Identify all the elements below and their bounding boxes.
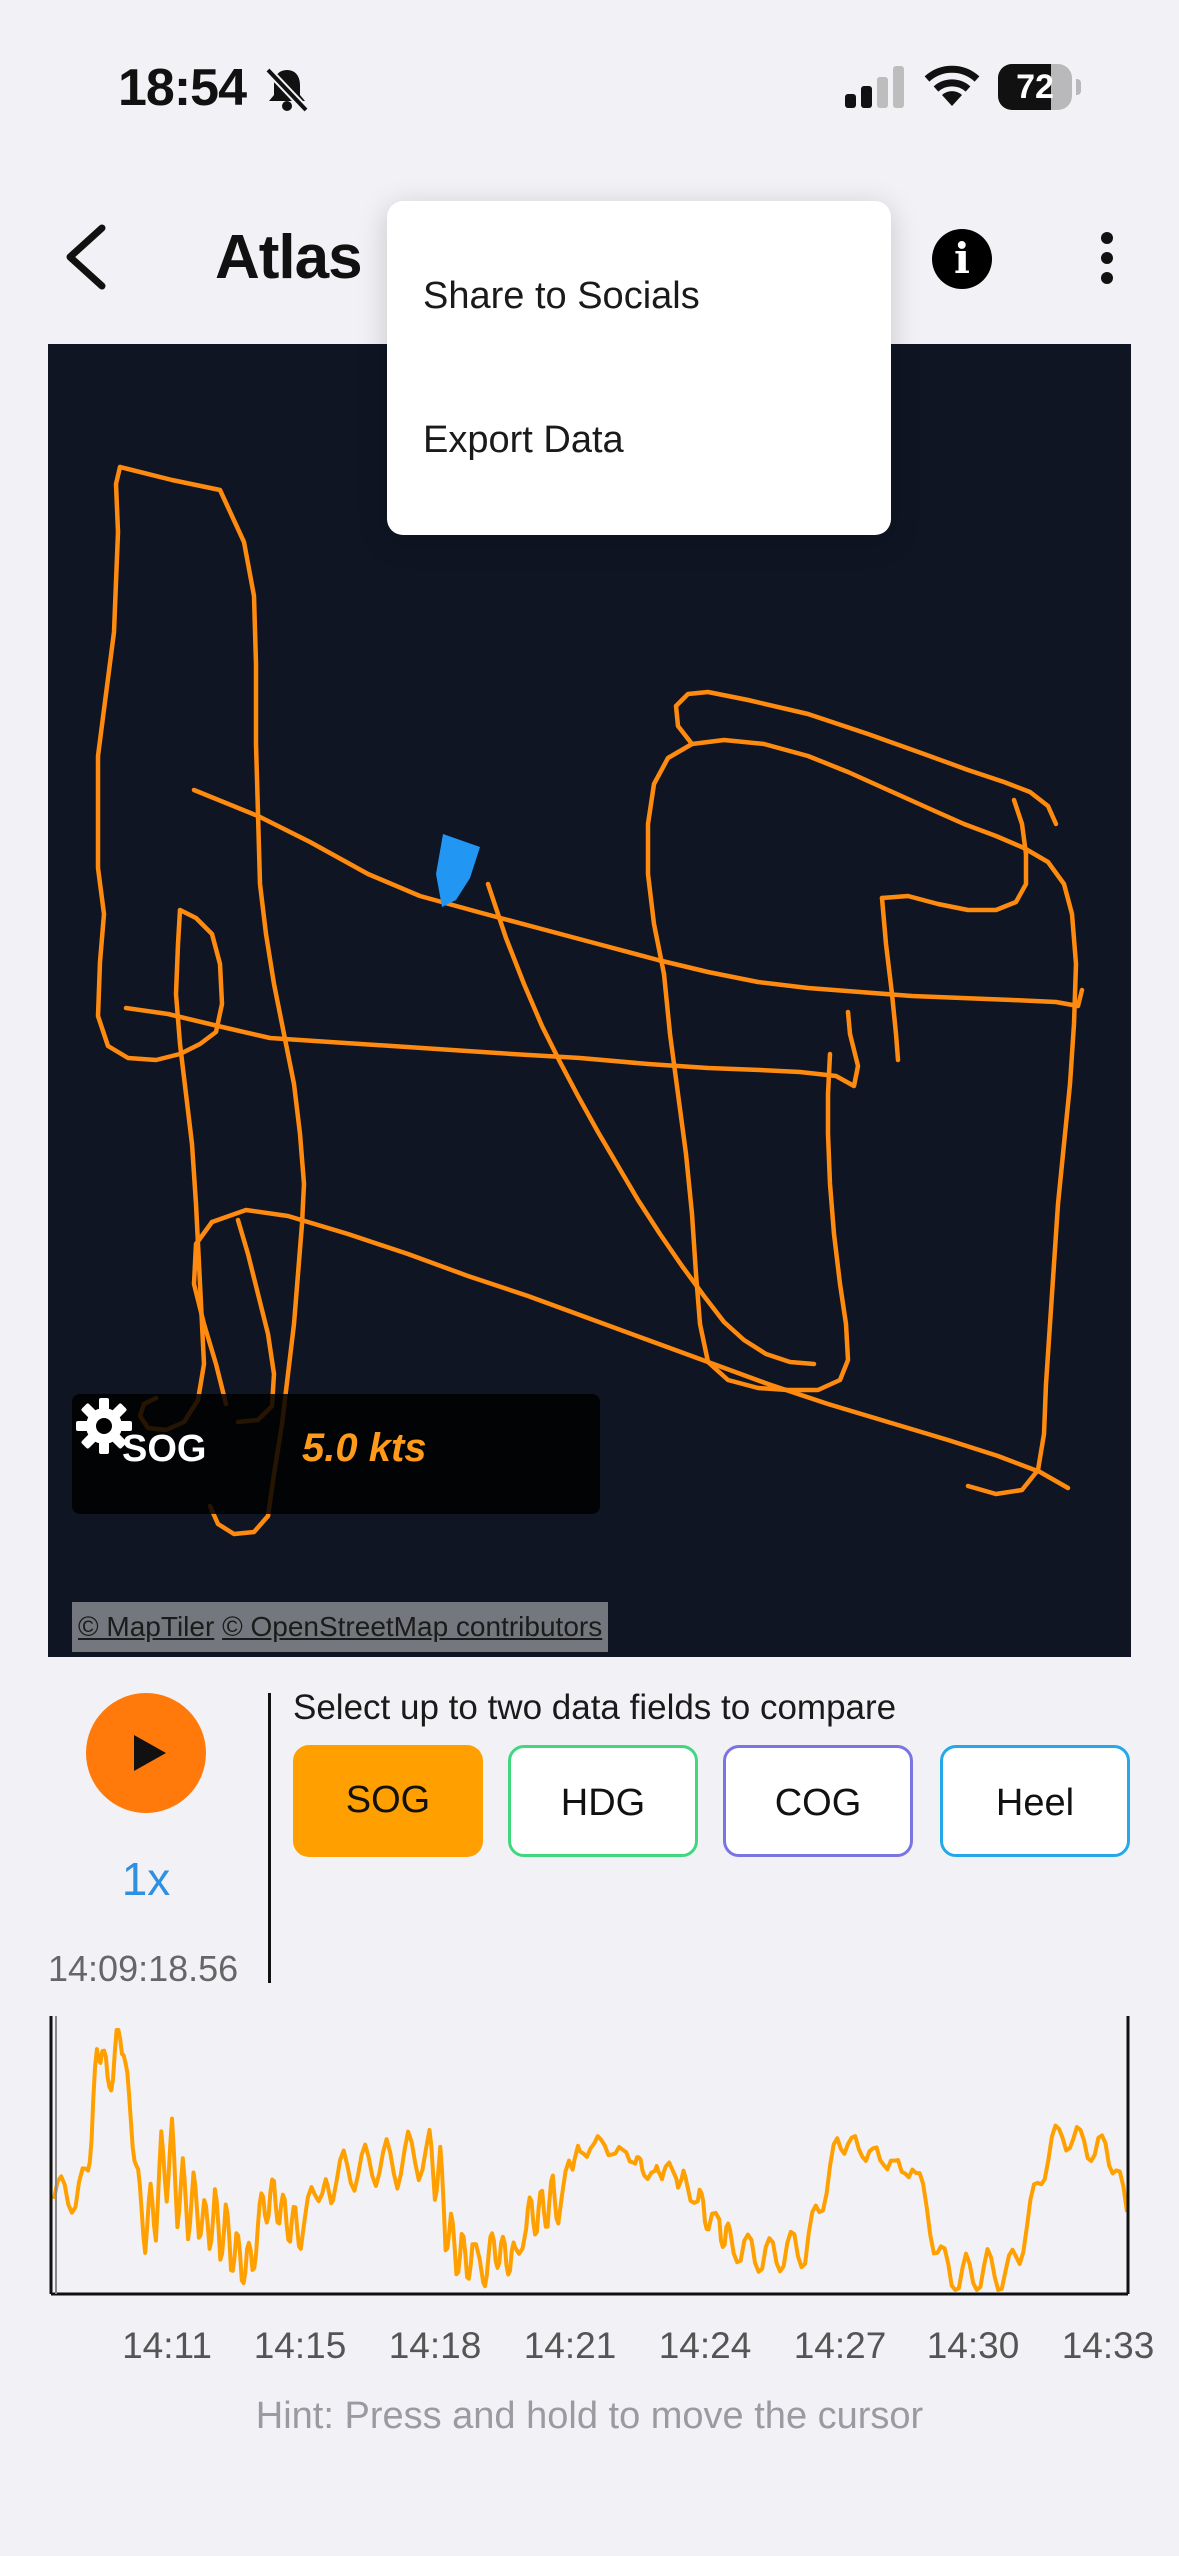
play-button[interactable] [86,1693,206,1813]
status-time: 18:54 [118,59,247,117]
battery-percent: 72 [1016,68,1054,106]
gear-icon[interactable] [72,1394,136,1458]
play-icon [134,1735,166,1771]
osm-link[interactable]: © OpenStreetMap contributors [222,1611,602,1642]
compare-hint: Select up to two data fields to compare [293,1688,897,1727]
info-button[interactable]: i [932,229,992,289]
metric-overlay[interactable]: SOG 5.0 kts [72,1394,600,1514]
overlay-metric-value: 5.0 kts [302,1426,427,1470]
options-menu: Share to Socials Export Data [387,201,891,535]
track-map[interactable]: SOG 5.0 kts © MapTiler © OpenStreetMap c… [48,344,1131,1657]
x-tick: 14:21 [523,2325,617,2366]
x-tick: 14:24 [658,2325,752,2366]
more-options-button[interactable] [1098,232,1116,292]
maptiler-link[interactable]: © MapTiler [78,1611,214,1642]
field-button-cog[interactable]: COG [723,1745,913,1857]
cursor-timestamp: 14:09:18.56 [48,1948,239,1989]
sog-series-line [52,2028,1129,2292]
battery-indicator: 72 [998,64,1081,110]
x-tick: 14:18 [388,2325,482,2366]
bell-muted-icon [265,67,309,113]
divider [268,1693,271,1983]
x-tick: 14:33 [1061,2325,1155,2366]
cellular-signal-icon [845,66,904,108]
x-tick: 14:27 [793,2325,887,2366]
map-attribution[interactable]: © MapTiler © OpenStreetMap contributors [72,1602,609,1652]
field-button-hdg[interactable]: HDG [508,1745,698,1857]
page-title: Atlas [215,223,363,292]
field-button-heel[interactable]: Heel [940,1745,1130,1857]
graph-hint: Hint: Press and hold to move the cursor [255,2395,924,2437]
back-button[interactable] [58,222,112,292]
sog-chart[interactable] [48,2016,1131,2296]
field-button-sog[interactable]: SOG [293,1745,483,1857]
sog-graph[interactable] [48,2016,1131,2296]
menu-item-export[interactable]: Export Data [423,419,624,462]
x-tick: 14:11 [122,2325,212,2366]
menu-item-share[interactable]: Share to Socials [423,275,700,318]
wifi-icon [924,65,980,106]
playback-speed[interactable]: 1x [90,1852,202,1906]
x-tick: 14:30 [926,2325,1020,2366]
x-tick: 14:15 [253,2325,347,2366]
boat-icon [436,834,480,907]
